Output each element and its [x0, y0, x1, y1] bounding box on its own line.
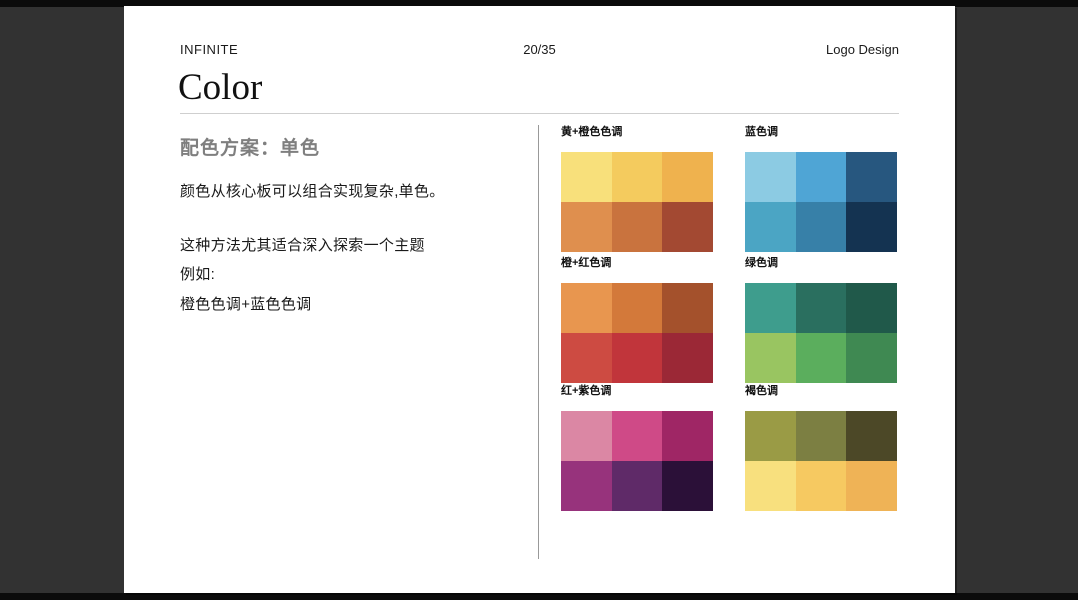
color-swatch — [846, 461, 897, 511]
color-swatch — [611, 152, 663, 202]
title-divider — [180, 113, 899, 114]
color-swatch — [611, 202, 663, 252]
color-swatch — [662, 333, 713, 383]
palette-block: 橙+红色调 — [561, 256, 713, 383]
body-line-2: 这种方法尤其适合深入探索一个主题 — [180, 237, 425, 254]
palette-block: 黄+橙色色调 — [561, 125, 713, 252]
palette-label: 绿色调 — [745, 257, 778, 269]
body-line-4: 橙色色调+蓝色色调 — [180, 296, 312, 313]
color-swatch — [611, 283, 663, 333]
scheme-heading: 配色方案：单色 — [180, 138, 321, 159]
palette-label: 蓝色调 — [745, 126, 778, 138]
body-line-3: 例如: — [180, 266, 216, 283]
color-swatch — [662, 411, 713, 461]
color-swatch — [745, 283, 796, 333]
color-swatch — [561, 202, 612, 252]
color-swatch — [561, 411, 612, 461]
color-swatch — [745, 461, 796, 511]
color-swatch — [795, 202, 847, 252]
color-swatch — [795, 333, 847, 383]
color-swatch — [662, 461, 713, 511]
palette-block: 绿色调 — [745, 256, 897, 383]
brand-label: INFINITE — [180, 42, 239, 57]
color-swatch — [561, 333, 612, 383]
palette-grid — [561, 283, 713, 383]
viewer-stage: INFINITE 20/35 Logo Design Color 配色方案：单色… — [0, 0, 1078, 600]
color-swatch — [662, 283, 713, 333]
color-swatch — [795, 411, 847, 461]
palette-block: 褐色调 — [745, 384, 897, 511]
bottom-edge-bar — [0, 593, 1078, 600]
color-swatch — [745, 152, 796, 202]
color-swatch — [795, 283, 847, 333]
palette-block: 蓝色调 — [745, 125, 897, 252]
color-swatch — [846, 283, 897, 333]
palette-grid — [745, 411, 897, 511]
color-swatch — [611, 461, 663, 511]
color-swatch — [561, 152, 612, 202]
palette-label: 褐色调 — [745, 385, 778, 397]
color-swatch — [795, 152, 847, 202]
color-swatch — [745, 333, 796, 383]
palette-label: 黄+橙色色调 — [561, 126, 623, 138]
vertical-divider — [538, 125, 539, 559]
color-swatch — [846, 202, 897, 252]
color-swatch — [662, 152, 713, 202]
color-swatch — [611, 411, 663, 461]
palette-block: 红+紫色调 — [561, 384, 713, 511]
palette-grid — [745, 152, 897, 252]
color-swatch — [846, 152, 897, 202]
section-label: Logo Design — [826, 42, 899, 57]
color-swatch — [745, 411, 796, 461]
page-indicator: 20/35 — [523, 42, 556, 57]
body-line-1: 颜色从核心板可以组合实现复杂,单色。 — [180, 183, 445, 200]
palette-grid — [561, 152, 713, 252]
slide-page: INFINITE 20/35 Logo Design Color 配色方案：单色… — [124, 6, 955, 593]
palette-label: 红+紫色调 — [561, 385, 612, 397]
page-title: Color — [178, 67, 263, 108]
color-swatch — [662, 202, 713, 252]
color-swatch — [611, 333, 663, 383]
color-swatch — [846, 333, 897, 383]
color-swatch — [561, 461, 612, 511]
color-swatch — [795, 461, 847, 511]
color-swatch — [745, 202, 796, 252]
color-swatch — [561, 283, 612, 333]
color-swatch — [846, 411, 897, 461]
palette-grid — [745, 283, 897, 383]
palette-grid — [561, 411, 713, 511]
palette-label: 橙+红色调 — [561, 257, 612, 269]
